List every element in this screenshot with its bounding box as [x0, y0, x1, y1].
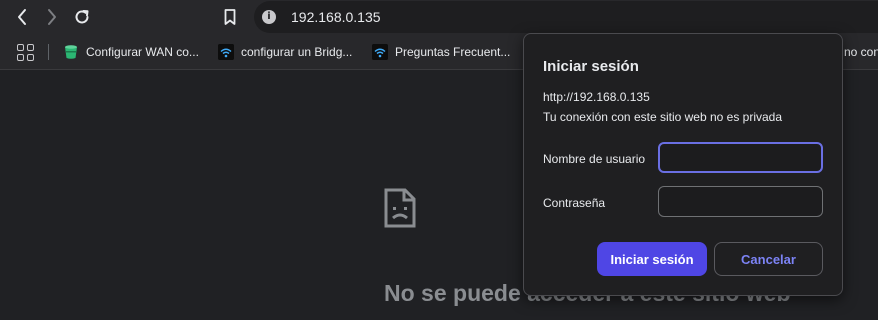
reload-icon: [75, 10, 89, 24]
bookmark-configurar-wan[interactable]: Configurar WAN co...: [63, 42, 199, 62]
bookmark-configurar-bridge[interactable]: configurar un Bridg...: [218, 42, 352, 62]
bookmark-page-button[interactable]: [219, 6, 241, 28]
bookmark-icon: [224, 9, 236, 25]
address-url[interactable]: 192.168.0.135: [291, 9, 381, 25]
username-label: Nombre de usuario: [543, 152, 646, 166]
login-dialog: Iniciar sesión http://192.168.0.135 Tu c…: [523, 33, 843, 296]
forward-arrow-icon: [48, 9, 56, 25]
bookmark-label: Configurar WAN co...: [86, 45, 199, 59]
browser-toolbar: i 192.168.0.135: [0, 0, 878, 34]
reload-button[interactable]: [71, 6, 93, 28]
password-field[interactable]: [658, 186, 823, 217]
bookmarks-separator: [48, 44, 49, 60]
bookmark-partial[interactable]: no conf: [844, 42, 878, 62]
shield-bucket-icon: [65, 45, 77, 59]
bookmark-label: configurar un Bridg...: [241, 45, 353, 59]
wifi-icon: [218, 44, 234, 60]
site-info-icon[interactable]: i: [262, 10, 276, 24]
sign-in-button[interactable]: Iniciar sesión: [597, 242, 707, 276]
bookmark-preguntas-frecuentes[interactable]: Preguntas Frecuent...: [372, 42, 510, 62]
address-bar[interactable]: i 192.168.0.135: [254, 1, 878, 33]
bookmark-label: no conf: [844, 45, 878, 59]
wifi-icon: [372, 44, 388, 60]
dialog-origin: http://192.168.0.135: [543, 90, 650, 104]
forward-button[interactable]: [41, 6, 63, 28]
dialog-warning: Tu conexión con este sitio web no es pri…: [543, 110, 783, 124]
sad-page-icon: [384, 188, 416, 228]
back-arrow-icon: [18, 9, 26, 25]
cancel-button[interactable]: Cancelar: [714, 242, 823, 276]
bookmark-label: Preguntas Frecuent...: [395, 45, 511, 59]
back-button[interactable]: [11, 6, 33, 28]
apps-grid-icon[interactable]: [17, 44, 35, 62]
username-field[interactable]: [658, 142, 823, 173]
password-label: Contraseña: [543, 196, 606, 210]
dialog-title: Iniciar sesión: [543, 58, 639, 75]
